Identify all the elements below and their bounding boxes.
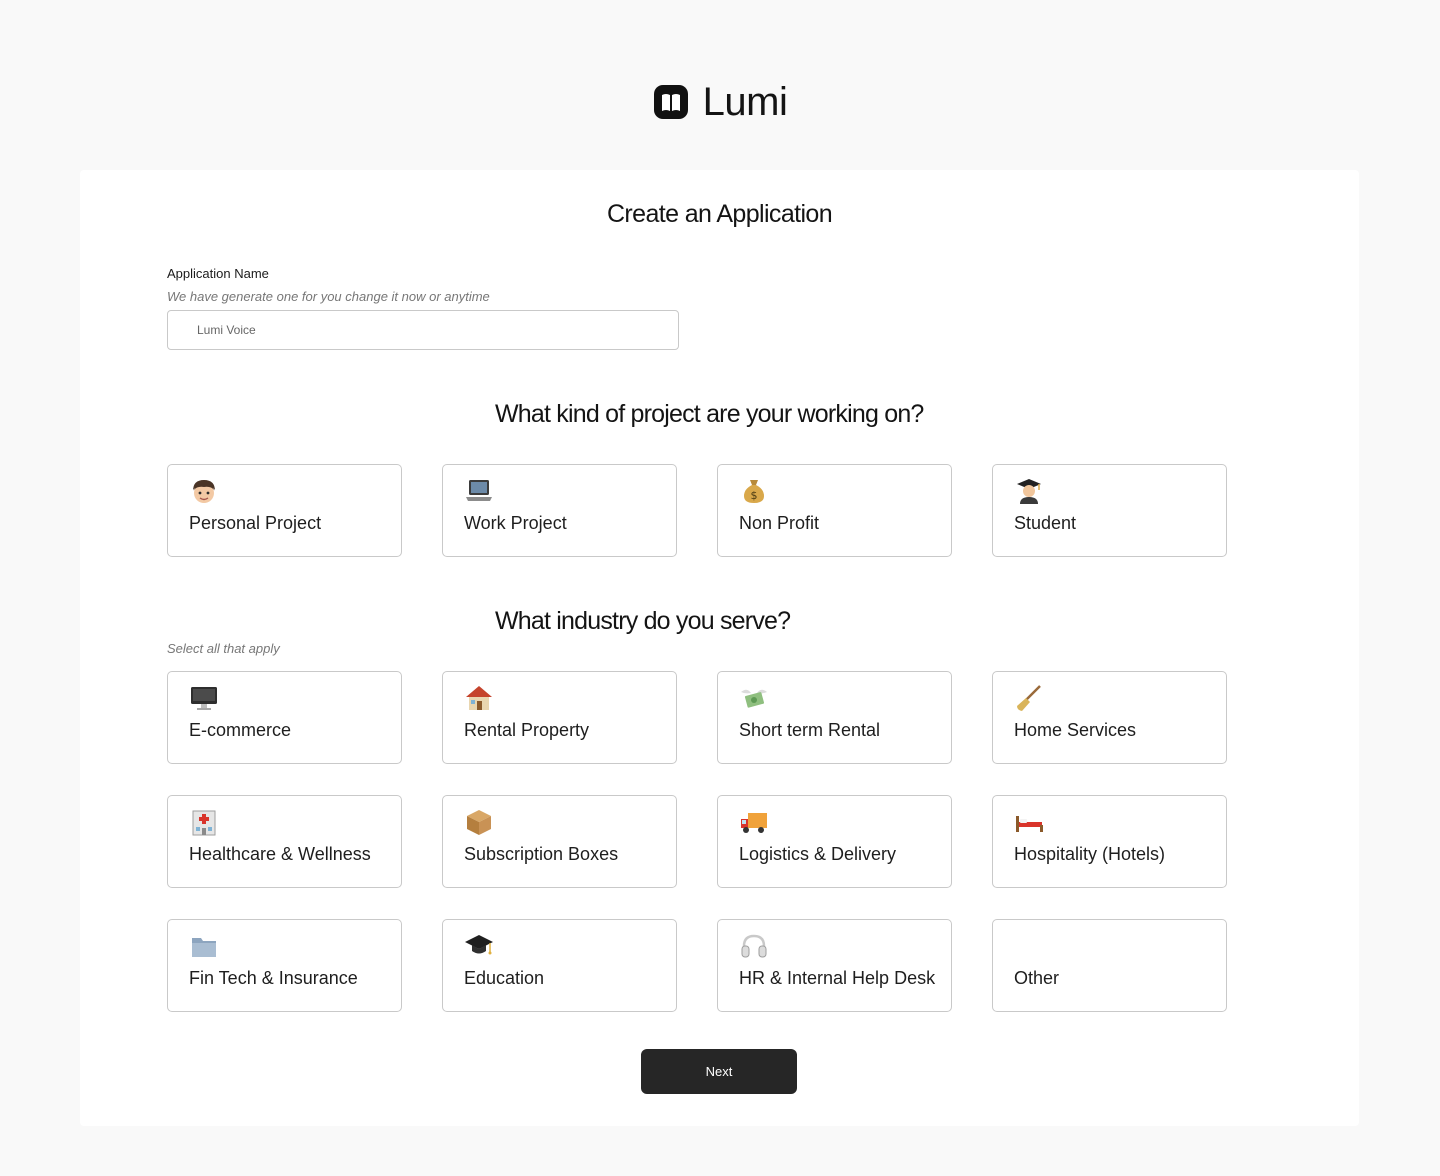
industry-hint: Select all that apply: [167, 641, 280, 656]
money-bag-emoji-icon: $: [744, 480, 764, 503]
house-emoji-icon: [466, 686, 492, 710]
option-other[interactable]: Other: [992, 919, 1227, 1012]
create-application-card: Create an Application Application Name W…: [80, 170, 1359, 1126]
folder-emoji-icon: [192, 938, 216, 957]
svg-text:$: $: [751, 489, 758, 502]
option-e-commerce[interactable]: E-commerce: [167, 671, 402, 764]
desktop-computer-emoji-icon: [191, 687, 217, 710]
application-name-label: Application Name: [167, 266, 269, 281]
brand-header: Lumi: [0, 80, 1440, 124]
option-label: HR & Internal Help Desk: [739, 968, 936, 988]
option-label: Student: [1014, 513, 1077, 533]
hospital-emoji-icon: [192, 810, 216, 836]
option-home-services[interactable]: Home Services: [992, 671, 1227, 764]
page-title: Create an Application: [606, 200, 833, 228]
person-emoji-icon: [193, 480, 215, 503]
option-short-term-rental[interactable]: Short term Rental: [717, 671, 952, 764]
lumi-logo-icon: [653, 85, 688, 119]
broom-emoji-icon: [1017, 685, 1041, 711]
option-healthcare-wellness[interactable]: Healthcare & Wellness: [167, 795, 402, 888]
package-emoji-icon: [467, 810, 491, 835]
option-hospitality-hotels[interactable]: Hospitality (Hotels): [992, 795, 1227, 888]
bed-emoji-icon: [1016, 816, 1043, 832]
money-wings-emoji-icon: [741, 689, 767, 708]
option-fin-tech-insurance[interactable]: Fin Tech & Insurance: [167, 919, 402, 1012]
option-label: Work Project: [464, 513, 567, 533]
graduation-cap-emoji-icon: [465, 935, 493, 955]
option-label: Personal Project: [189, 513, 322, 533]
option-education[interactable]: Education: [442, 919, 677, 1012]
option-label: Education: [464, 968, 545, 988]
option-label: Healthcare & Wellness: [189, 844, 371, 864]
option-hr-help-desk[interactable]: HR & Internal Help Desk: [717, 919, 952, 1012]
headphones-emoji-icon: [741, 934, 767, 958]
project-type-title: What kind of project are your working on…: [495, 400, 924, 428]
option-label: Rental Property: [464, 720, 590, 740]
application-name-hint: We have generate one for you change it n…: [167, 289, 490, 304]
option-logistics-delivery[interactable]: Logistics & Delivery: [717, 795, 952, 888]
student-emoji-icon: [1017, 479, 1041, 504]
option-label: Logistics & Delivery: [739, 844, 897, 864]
option-subscription-boxes[interactable]: Subscription Boxes: [442, 795, 677, 888]
option-label: Non Profit: [739, 513, 820, 533]
option-label: Subscription Boxes: [464, 844, 619, 864]
industry-title: What industry do you serve?: [495, 607, 791, 635]
application-name-input[interactable]: [167, 310, 679, 350]
option-label: Fin Tech & Insurance: [189, 968, 358, 988]
option-rental-property[interactable]: Rental Property: [442, 671, 677, 764]
option-label: E-commerce: [189, 720, 292, 740]
option-label: Other: [1014, 968, 1060, 988]
option-label: Home Services: [1014, 720, 1137, 740]
option-work-project[interactable]: Work Project: [442, 464, 677, 557]
option-non-profit[interactable]: $ Non Profit: [717, 464, 952, 557]
delivery-truck-emoji-icon: [741, 813, 767, 833]
option-personal-project[interactable]: Personal Project: [167, 464, 402, 557]
brand-name: Lumi: [702, 80, 788, 124]
next-button[interactable]: Next: [641, 1049, 797, 1094]
option-label: Hospitality (Hotels): [1014, 844, 1166, 864]
laptop-emoji-icon: [466, 480, 492, 501]
option-student[interactable]: Student: [992, 464, 1227, 557]
option-label: Short term Rental: [739, 720, 881, 740]
